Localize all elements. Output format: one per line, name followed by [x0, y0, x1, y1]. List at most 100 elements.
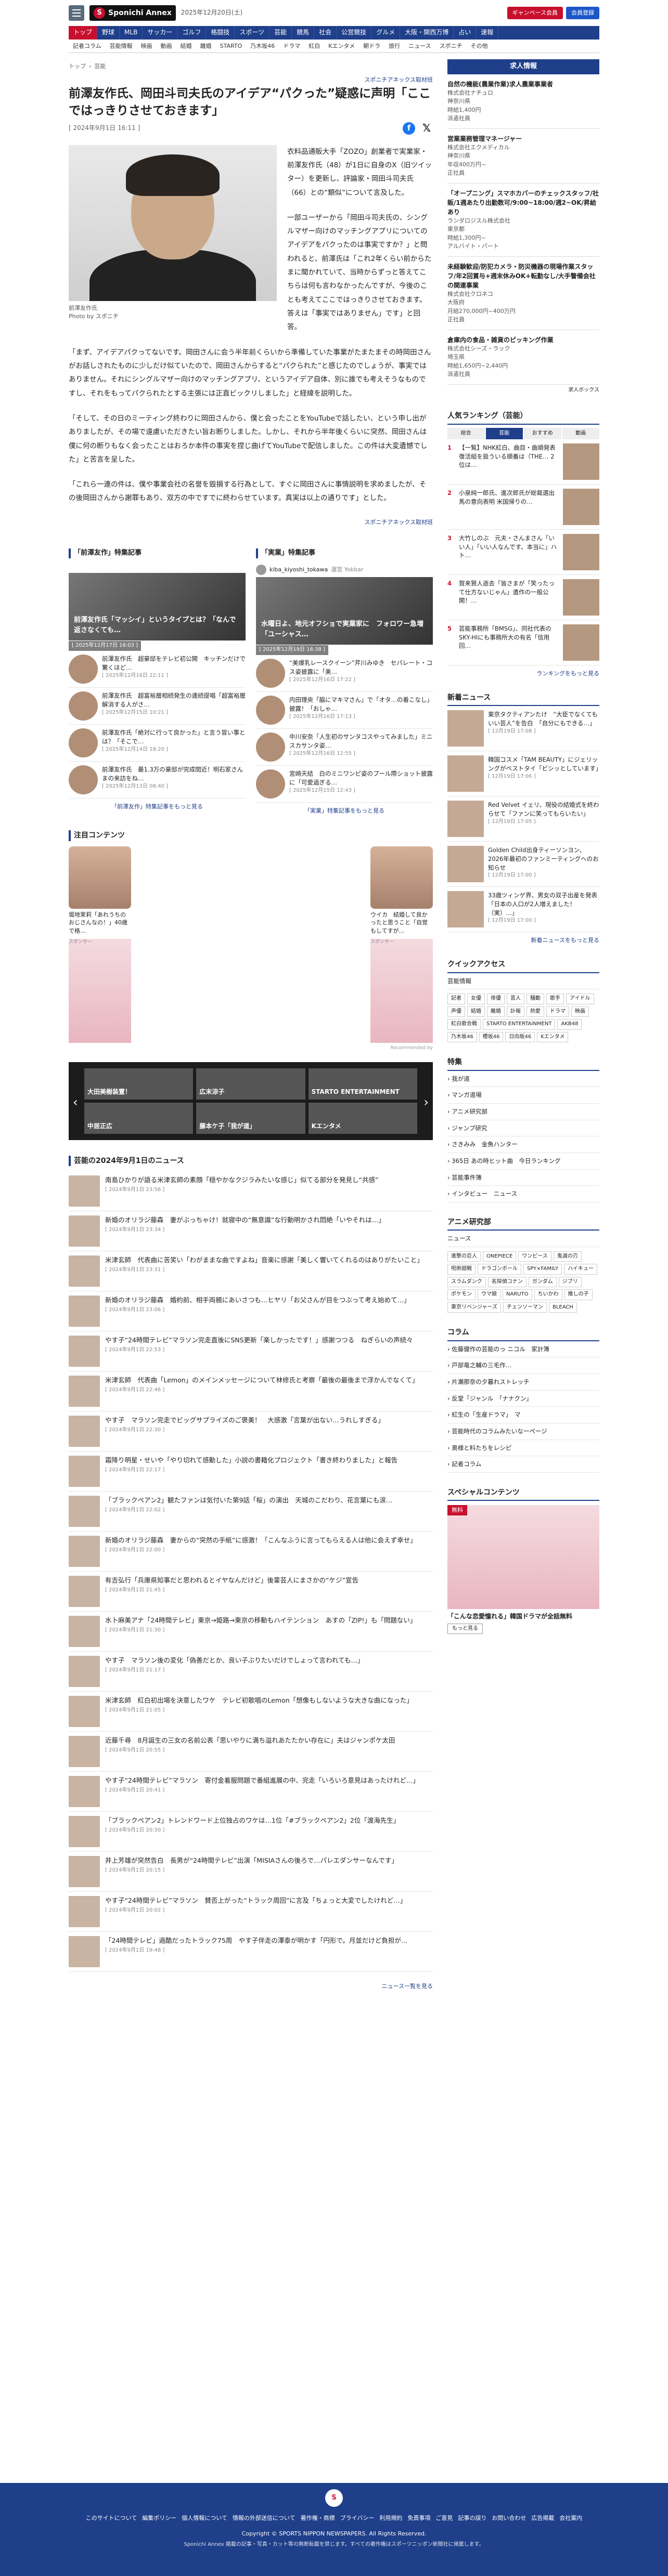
special-item[interactable]: › 芸能事件簿 — [447, 1170, 599, 1186]
chevron-right-icon[interactable]: › — [423, 1093, 429, 1112]
news-item[interactable]: 「24時間テレビ」過酷だったトラック75周 やす子伴走の澤泰が明かす「円形で。月… — [69, 1932, 433, 1972]
anime-chip[interactable]: 呪術廻戦 — [447, 1264, 476, 1275]
news-item[interactable]: 水卜麻美アナ「24時間テレビ」東京→姫路→東京の移動もハイテンション あすの「Z… — [69, 1612, 433, 1652]
anime-sub[interactable]: ニュース — [447, 1231, 599, 1247]
quick-chip[interactable]: 映画 — [571, 1006, 589, 1017]
subnav-item[interactable]: ニュース — [404, 40, 435, 53]
special-item[interactable]: › さきみみ 金魚ハンター — [447, 1136, 599, 1153]
nav-item-2[interactable]: MLB — [120, 26, 143, 40]
anime-chip[interactable]: SPY×FAMILY — [523, 1264, 562, 1275]
news-item[interactable]: 「ブラックペアン2」観たファンは気付いた第9話「桜」の演出 天城のこだわり、花言… — [69, 1492, 433, 1532]
news-item[interactable]: やす子“24時間テレビ”マラソン 寄付金着服問題で番組進展の中、完走「いろいろ意… — [69, 1772, 433, 1812]
related-item[interactable]: 宮崎天結 白のミニワンピ姿のプール際ショット披露に「可愛過ぎる… [ 2025年1… — [256, 766, 433, 803]
member-button[interactable]: ギャンベース会員 — [507, 7, 563, 19]
facebook-share-icon[interactable]: f — [403, 122, 415, 135]
news-item[interactable]: 新婚のオリラジ藤森 妻がぶっちゃけ！就寝中の“無意識”な行動明かされ悶絶「いやそ… — [69, 1211, 433, 1252]
tweet-user[interactable]: kiba_kiyoshi_tokawa — [269, 566, 328, 574]
anime-chip[interactable]: ONEPIECE — [483, 1251, 517, 1262]
column-item[interactable]: › 紅生の「生産ドラマ」 マ — [447, 1407, 599, 1424]
anime-chip[interactable]: 推しの子 — [564, 1289, 593, 1300]
nav-item-10[interactable]: 公営競技 — [337, 26, 372, 40]
jobs-powered[interactable]: 求人ボックス — [447, 385, 599, 397]
quick-chip[interactable]: ドラマ — [546, 1006, 569, 1017]
footer-link[interactable]: 利用規約 — [379, 2514, 402, 2522]
quick-chip[interactable]: 歌手 — [546, 993, 564, 1004]
subnav-item[interactable]: 映画 — [137, 40, 157, 53]
column-item[interactable]: › 戸部竜之輔の三毛作… — [447, 1357, 599, 1375]
news-item[interactable]: やす子“24時間テレビ”マラソン完走直後にSNS更新「楽しかったです！」感謝つつ… — [69, 1331, 433, 1372]
attention-item[interactable]: ウイカ 結婚して良かったと思うこと「自覚もしてすが… スポンサー — [370, 846, 433, 1043]
footer-link[interactable]: 広告掲載 — [531, 2514, 554, 2522]
footer-link[interactable]: 著作権・商標 — [301, 2514, 335, 2522]
anime-chip[interactable]: BLEACH — [549, 1302, 577, 1313]
news-item[interactable]: 米津玄師 紅白初出場を決意したワケ テレビ初歌唱のLemon「想像もしないような… — [69, 1692, 433, 1732]
breadcrumb-item[interactable]: トップ — [69, 63, 86, 70]
related-item[interactable]: 内田理央「脇にマキマさん」で「オタ…の着こなし」披露！「おしゃ… [ 2025年1… — [256, 692, 433, 729]
ranking-tab[interactable]: 芸能 — [485, 427, 523, 440]
new-item[interactable]: 韓国コスメ「TAM BEAUTY」にジェリッングがベストタイ「ビシッとしています… — [447, 751, 601, 797]
breadcrumb-item[interactable]: 芸能 — [94, 63, 106, 70]
quick-chip[interactable]: 俳優 — [487, 993, 505, 1004]
quick-chip[interactable]: 紅白歌合戦 — [447, 1019, 481, 1030]
related-item[interactable]: 前澤友作氏「絶対に行って良かった」と言う冒い事とは？「そこで… [ 2025年12… — [69, 725, 246, 762]
footer-link[interactable]: 免責事項 — [407, 2514, 430, 2522]
quick-chip[interactable]: AKB48 — [557, 1019, 582, 1030]
related-item[interactable]: 前澤友作氏 超豪邸をテレビ初公開 キッチンだけで驚くほど… [ 2025年12月1… — [69, 651, 246, 688]
ranking-item[interactable]: 5 芸能事務所「BMSG」、同社代表のSKY-HIにも事務所大の有名「信用回… — [447, 620, 599, 666]
anime-chip[interactable]: ガンダム — [528, 1276, 557, 1288]
ranking-tab[interactable]: おすすめ — [524, 427, 561, 440]
related-item[interactable]: 中川安奈「人生初のサンタコスやってみました」ミニスカサンタ姿… [ 2025年12… — [256, 729, 433, 766]
related-hero[interactable]: 水曜日よ、地元オフショで実業家に フォロワー急増「ユーシャス… — [256, 577, 433, 645]
quick-chip[interactable]: STARTO ENTERTAINMENT — [483, 1019, 556, 1030]
quick-chip[interactable]: 声優 — [447, 1006, 465, 1017]
footer-link[interactable]: プライバシー — [340, 2514, 375, 2522]
anime-chip[interactable]: ワンピース — [518, 1251, 551, 1262]
carousel-item[interactable]: 大田美樹装置！ — [84, 1068, 194, 1100]
subnav-item[interactable]: 記者コラム — [69, 40, 106, 53]
anime-chip[interactable]: 鬼滅の刃 — [553, 1251, 582, 1262]
subnav-item[interactable]: 動画 — [157, 40, 176, 53]
subnav-item[interactable]: 紅白 — [304, 40, 324, 53]
column-item[interactable]: › 反堂「ジャンル 「ナナクン」 — [447, 1391, 599, 1407]
news-item[interactable]: 新婚のオリラジ藤森 婚約前、相手両親にあいさつも…ヒヤリ「お父さんが目をつぶって… — [69, 1291, 433, 1332]
carousel-item[interactable]: 広末涼子 — [196, 1068, 305, 1100]
nav-item-14[interactable]: 速報 — [476, 26, 499, 40]
anime-chip[interactable]: ポケモン — [447, 1289, 476, 1300]
subnav-item[interactable]: 乃木坂46 — [246, 40, 279, 53]
sponsor-ad[interactable]: 無料 — [447, 1505, 599, 1610]
subnav-item[interactable]: STARTO — [216, 40, 247, 53]
subnav-item[interactable]: Kエンタメ — [324, 40, 359, 53]
related-hero[interactable]: 前澤友作氏「マッシイ」というタイプとは？「なんで返さなくても… — [69, 573, 246, 641]
anime-chip[interactable]: 進撃の巨人 — [447, 1251, 481, 1262]
x-share-icon[interactable]: 𝕏 — [420, 122, 433, 135]
subnav-item[interactable]: スポニチ — [435, 40, 467, 53]
new-more-link[interactable]: 新着ニュースをもっと見る — [447, 936, 599, 945]
ranking-tab[interactable]: 動画 — [562, 427, 599, 440]
quick-chip[interactable]: アイドル — [566, 993, 594, 1004]
news-item[interactable]: 霜降り明星・せいや「やり切れて感動した」小説の書籍化プロジェクト「書き終わりまし… — [69, 1452, 433, 1492]
footer-logo[interactable]: S — [325, 2489, 343, 2507]
job-item[interactable]: 自然の機能(農業作業)求人農業事業者 株式会社ナチュロ 神奈川県 時給1,400円 派遣… — [447, 74, 599, 129]
quick-chip[interactable]: 訃報 — [507, 1006, 524, 1017]
news-item[interactable]: やす子 マラソン完走でビッグサプライズのご褒美！ 大感激「言葉が出ない…うれしす… — [69, 1411, 433, 1452]
subnav-item[interactable]: 朝ドラ — [359, 40, 384, 53]
related-more-link[interactable]: 「前澤友作」特集記事をもっと見る — [69, 803, 246, 811]
footer-link[interactable]: 記事の誤り — [458, 2514, 486, 2522]
footer-link[interactable]: お問い合わせ — [492, 2514, 526, 2522]
nav-item-12[interactable]: 大阪・関西万博 — [400, 26, 454, 40]
subnav-item[interactable]: 旅行 — [384, 40, 404, 53]
nav-item-8[interactable]: 競馬 — [292, 26, 315, 40]
article-source-bottom[interactable]: スポニチアネックス取材班 — [69, 517, 433, 528]
subnav-item[interactable]: 結婚 — [176, 40, 196, 53]
anime-chip[interactable]: ちいかわ — [534, 1289, 562, 1300]
ranking-item[interactable]: 4 賀来賢人逝去「皆さまが「笑ったって仕方ないじゃん」遺作の一般公開！… — [447, 575, 599, 621]
job-item[interactable]: 「オープニング」スマホカバーのチェックスタッフ/社販/1週あたり出勤数可/9:0… — [447, 184, 599, 257]
carousel-item[interactable]: Kエンタメ — [308, 1102, 417, 1134]
nav-item-3[interactable]: サッカー — [143, 26, 178, 40]
sponsor-more-button[interactable]: もっと見る — [447, 1623, 483, 1634]
anime-chip[interactable]: ドラゴンボール — [478, 1264, 521, 1275]
footer-link[interactable]: このサイトについて — [86, 2514, 137, 2522]
new-item[interactable]: Red Velvet イェリ、現役の結婚式を終わらせて「ファンに笑ってもらいたい… — [447, 796, 599, 842]
news-item[interactable]: やす子 マラソン後の変化「偽善だとか、良い子ぶりたいだけでしょって言われても…」… — [69, 1652, 433, 1692]
related-item[interactable]: 前澤友作氏 超富裕層相続発生の連続提唱「超富裕層解消する人がさ… [ 2025年1… — [69, 688, 246, 725]
